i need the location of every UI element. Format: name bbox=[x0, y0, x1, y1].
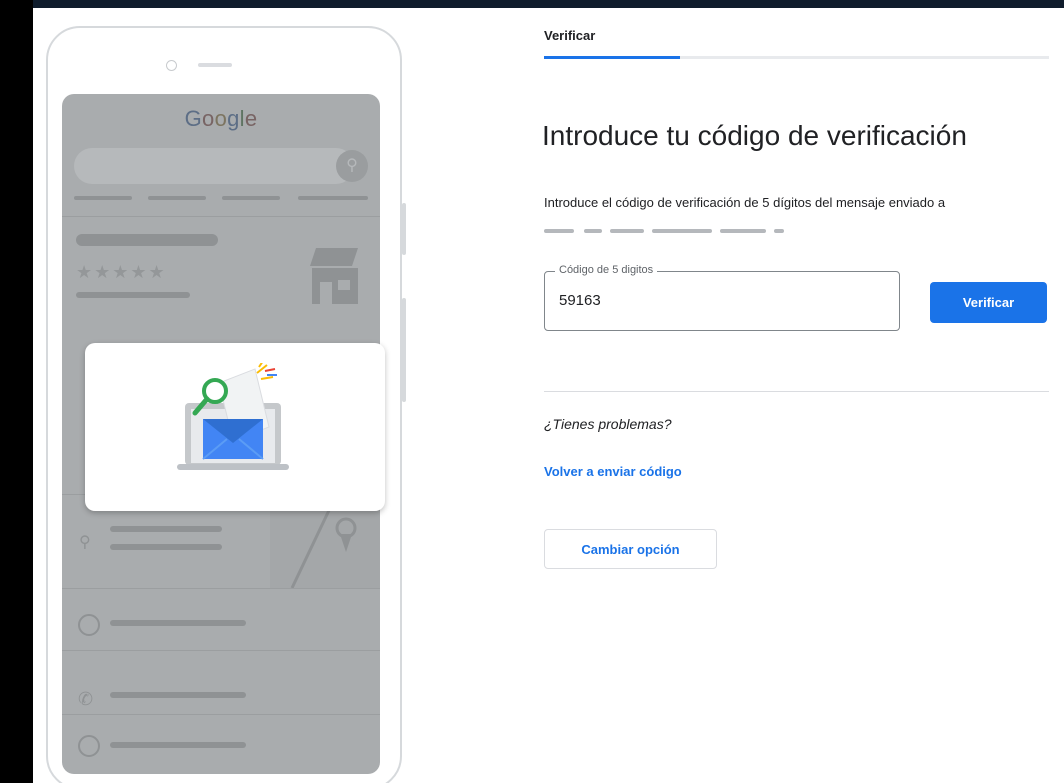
google-logo: Google bbox=[184, 106, 258, 131]
phone-illustration: Google ⚲ ★★★★★ ⚲ ✆ bbox=[46, 26, 406, 783]
search-icon: ⚲ bbox=[336, 150, 368, 182]
change-option-button[interactable]: Cambiar opción bbox=[544, 529, 717, 569]
phone-speaker bbox=[198, 63, 232, 67]
verification-card bbox=[85, 343, 385, 511]
email-laptop-icon bbox=[177, 363, 289, 470]
resend-code-link[interactable]: Volver a enviar código bbox=[544, 464, 682, 479]
globe-icon bbox=[78, 735, 100, 757]
trouble-text: ¿Tienes problemas? bbox=[544, 416, 672, 432]
verification-page: Google ⚲ ★★★★★ ⚲ ✆ Verificar Introduce t… bbox=[33, 8, 1064, 783]
verify-button[interactable]: Verificar bbox=[930, 282, 1047, 323]
phone-camera-icon bbox=[166, 60, 177, 71]
rating-stars-icon: ★★★★★ bbox=[76, 262, 167, 282]
code-input-value[interactable]: 59163 bbox=[559, 292, 601, 309]
window-top-bar bbox=[0, 0, 1064, 8]
redacted-email bbox=[544, 225, 786, 237]
placeholder-bar bbox=[110, 620, 246, 626]
window-left-border bbox=[0, 0, 33, 783]
divider bbox=[62, 588, 380, 589]
progress-fill bbox=[544, 56, 680, 59]
divider bbox=[62, 714, 380, 715]
code-input[interactable]: Código de 5 digitos 59163 bbox=[544, 264, 900, 331]
phone-side-button bbox=[402, 203, 406, 255]
placeholder-bar bbox=[298, 196, 368, 200]
clock-icon bbox=[78, 614, 100, 636]
phone-search-bar bbox=[74, 148, 354, 184]
placeholder-bar bbox=[110, 692, 246, 698]
store-icon bbox=[310, 248, 358, 304]
placeholder-bar bbox=[76, 292, 190, 298]
placeholder-bar bbox=[110, 526, 222, 532]
code-input-label: Código de 5 digitos bbox=[555, 264, 658, 276]
divider bbox=[62, 650, 380, 651]
tab-verificar[interactable]: Verificar bbox=[544, 28, 595, 43]
divider bbox=[62, 216, 380, 217]
description-text: Introduce el código de verificación de 5… bbox=[544, 195, 946, 210]
phone-side-button bbox=[402, 298, 406, 402]
phone-icon: ✆ bbox=[78, 689, 94, 709]
page-title: Introduce tu código de verificación bbox=[542, 120, 967, 151]
placeholder-bar bbox=[110, 544, 222, 550]
placeholder-bar bbox=[222, 196, 280, 200]
placeholder-bar bbox=[76, 234, 218, 246]
location-pin-icon: ⚲ bbox=[79, 534, 91, 551]
divider bbox=[544, 391, 1049, 392]
placeholder-bar bbox=[110, 742, 246, 748]
placeholder-bar bbox=[148, 196, 206, 200]
placeholder-bar bbox=[74, 196, 132, 200]
